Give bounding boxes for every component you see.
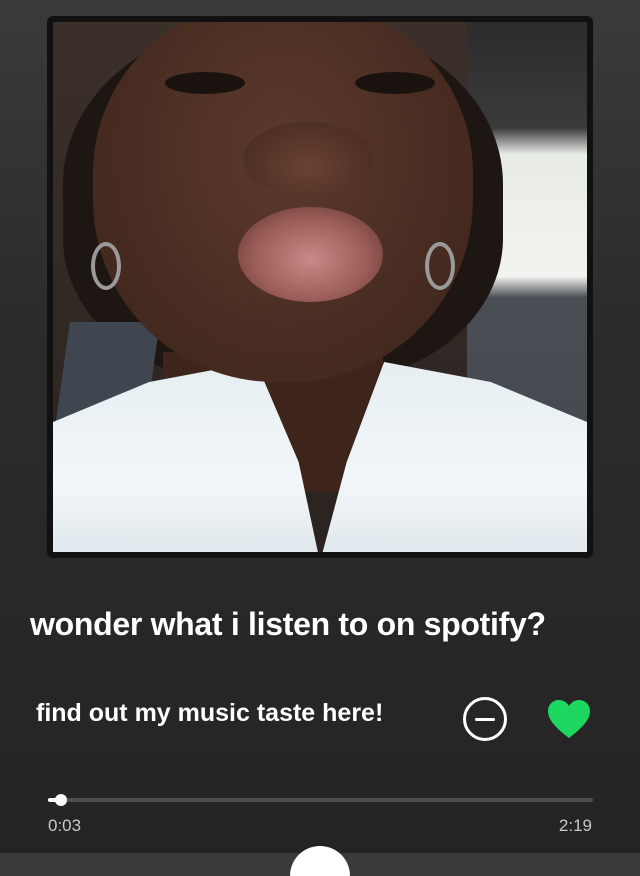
minus-circle-icon[interactable] (463, 697, 507, 741)
heart-icon[interactable] (546, 698, 592, 740)
elapsed-time: 0:03 (48, 816, 82, 835)
progress-handle[interactable] (54, 794, 67, 806)
track-artist[interactable]: find out my music taste here! (36, 699, 383, 728)
cover-photo (53, 22, 587, 552)
track-title: wonder what i listen to on spotify? (30, 606, 546, 642)
play-button[interactable] (290, 846, 350, 876)
total-time: 2:19 (558, 816, 592, 835)
heart-shape (548, 700, 590, 738)
progress-bar[interactable] (48, 794, 593, 806)
album-cover (47, 16, 593, 558)
